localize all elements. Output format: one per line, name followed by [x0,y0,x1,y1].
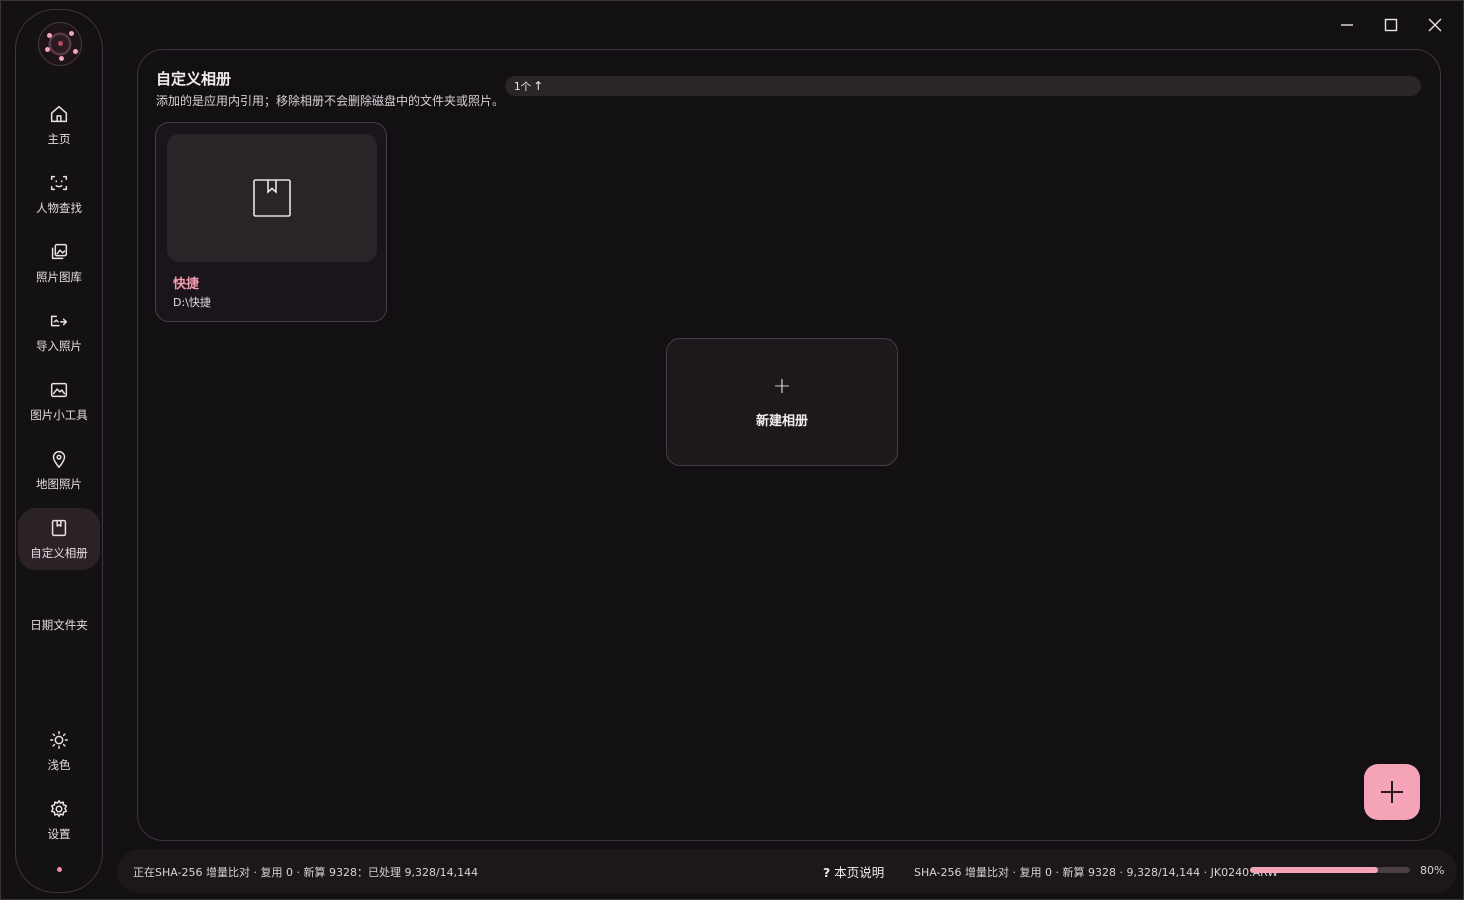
status-text-left: 正在SHA-256 增量比对 · 复用 0 · 新算 9328：已处理 9,32… [133,866,479,879]
face-scan-icon [50,175,68,191]
close-icon [1428,18,1442,32]
sidebar-item-settings[interactable]: 设置 [18,789,100,851]
status-bar: 正在SHA-256 增量比对 · 复用 0 · 新算 9328：已处理 9,32… [117,849,1457,893]
question-icon: ? [823,865,831,880]
main-panel: 自定义相册 添加的是应用内引用；移除相册不会删除磁盘中的文件夹或照片。 1个 ↑… [137,49,1441,841]
bookmark-album-icon [51,519,67,537]
progress-bar [1250,867,1410,873]
sidebar-item-label: 图片小工具 [30,408,88,422]
sidebar-item-label: 自定义相册 [30,546,88,560]
sidebar-item-theme-light[interactable]: 浅色 [18,720,100,782]
page-subtitle: 添加的是应用内引用；移除相册不会删除磁盘中的文件夹或照片。 [156,94,505,108]
bookmark-album-icon [253,179,291,217]
new-album-label: 新建相册 [755,413,808,429]
page-title: 自定义相册 [156,70,232,88]
sidebar-item-label: 设置 [47,827,71,841]
help-button[interactable]: ? 本页说明 [823,862,884,881]
map-pin-icon [52,451,66,468]
album-count: 1个 [514,80,532,93]
import-photo-icon [50,315,68,327]
sidebar-item-people[interactable]: 人物查找 [18,163,100,225]
gallery-icon [51,243,68,260]
sidebar-item-label: 日期文件夹 [30,618,88,632]
plus-icon: + [772,373,792,399]
plus-icon [1381,781,1403,803]
maximize-button[interactable] [1379,13,1403,37]
sidebar-item-label: 照片图库 [36,270,82,284]
sidebar-item-home[interactable]: 主页 [18,94,100,156]
home-icon [50,105,68,123]
minimize-button[interactable] [1335,13,1359,37]
sort-arrow-icon: ↑ [533,79,544,93]
image-tools-icon [50,382,68,398]
app-logo [38,22,82,66]
help-label: 本页说明 [834,865,885,880]
close-button[interactable] [1423,13,1447,37]
progress-fill [1250,867,1378,873]
activity-dot [57,867,62,872]
sidebar-item-image-tools[interactable]: 图片小工具 [18,370,100,432]
maximize-icon [1384,18,1398,32]
album-name: 快捷 [173,277,200,292]
album-card[interactable]: 快捷 D:\快捷 [155,122,387,322]
sidebar-item-label: 导入照片 [36,339,82,353]
add-album-fab[interactable] [1364,764,1420,820]
sidebar-item-date-folders[interactable]: 日期文件夹 [18,594,100,656]
sidebar-item-map[interactable]: 地图照片 [18,439,100,501]
album-path: D:\快捷 [173,296,211,309]
gear-icon [50,800,68,818]
sidebar-item-import[interactable]: 导入照片 [18,301,100,363]
sidebar-item-label: 主页 [47,132,71,146]
status-text-right: SHA-256 增量比对 · 复用 0 · 新算 9328 · 9,328/14… [914,866,1279,879]
sidebar-item-gallery[interactable]: 照片图库 [18,232,100,294]
new-album-button[interactable]: + 新建相册 [666,338,898,466]
album-count-bar[interactable]: 1个 ↑ [505,76,1421,96]
sidebar-item-label: 人物查找 [36,201,82,215]
sidebar-item-label: 浅色 [47,758,71,772]
album-thumbnail [167,134,377,262]
sidebar-item-label: 地图照片 [36,477,82,491]
sidebar-item-custom-albums[interactable]: 自定义相册 [18,508,100,570]
sidebar: 主页 人物查找 照片图库 导入照片 图片小工具 地图照片 自定义相册 日期文件夹… [15,9,103,893]
progress-percent: 80% [1420,864,1445,877]
minimize-icon [1341,24,1353,26]
sun-icon [50,731,68,749]
